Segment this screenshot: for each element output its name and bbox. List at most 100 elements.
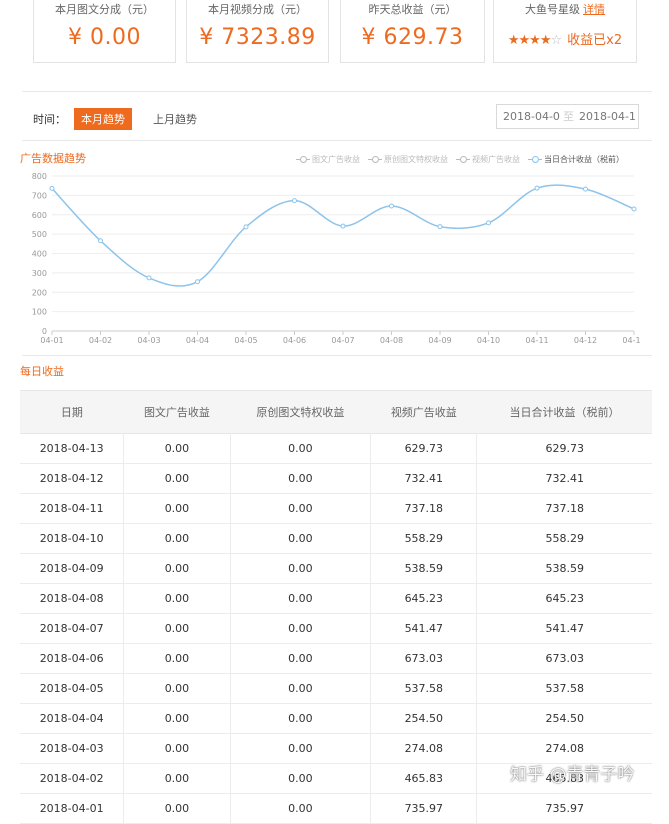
y-tick-label: 0 (42, 327, 47, 336)
stat-card-article: 本月图文分成（元） ¥ 0.00 (33, 0, 176, 63)
table-cell: 2018-04-08 (20, 583, 125, 614)
data-point (98, 238, 103, 244)
table-cell: 735.97 (476, 793, 652, 824)
data-point (340, 223, 346, 229)
data-point (146, 275, 152, 281)
x-tick-label: 04-08 (380, 336, 403, 345)
table-cell: 2018-04-13 (20, 433, 125, 464)
y-tick-label: 100 (32, 308, 47, 317)
table-cell: 0.00 (230, 703, 372, 734)
date-range-picker[interactable]: 2018-04-0 至 2018-04-1 (496, 104, 639, 129)
table-cell: 645.23 (476, 583, 652, 614)
table-cell: 2018-04-12 (20, 463, 125, 494)
table-row: 2018-04-05 0.00 0.00 537.58 537.58 (20, 673, 652, 704)
data-point (486, 220, 491, 226)
table-cell: 2018-04-03 (20, 733, 125, 764)
legend-item[interactable]: 原创图文特权收益 (368, 155, 448, 164)
stat-value: ¥ 0.00 (68, 25, 141, 50)
stat-label: 本月视频分成（元） (208, 3, 307, 16)
y-tick-label: 700 (32, 191, 47, 200)
column-header: 图文广告收益 (123, 390, 231, 434)
table-row: 2018-04-07 0.00 0.00 541.47 541.47 (20, 613, 652, 644)
x-tick-label: 04-07 (331, 336, 354, 345)
detail-link[interactable]: 详情 (583, 3, 605, 16)
legend-item[interactable]: 视频广告收益 (456, 155, 520, 164)
table-row: 2018-04-06 0.00 0.00 673.03 673.03 (20, 643, 652, 674)
table-row: 2018-04-12 0.00 0.00 732.41 732.41 (20, 463, 652, 494)
y-tick-label: 200 (32, 288, 47, 297)
x-tick-label: 04-13 (622, 336, 640, 345)
x-tick-label: 04-02 (89, 336, 112, 345)
table-cell: 0.00 (123, 673, 231, 704)
table-cell: 673.03 (476, 643, 652, 674)
table-cell: 0.00 (230, 673, 372, 704)
table-cell: 732.41 (370, 463, 478, 494)
data-point (49, 185, 55, 191)
table-cell: 0.00 (230, 763, 372, 794)
table-cell: 2018-04-07 (20, 613, 125, 644)
table-cell: 254.50 (476, 703, 652, 734)
legend-marker-icon (456, 156, 470, 163)
table-cell: 465.83 (370, 763, 478, 794)
tab-last-month[interactable]: 上月趋势 (146, 108, 204, 130)
data-point (292, 198, 297, 204)
table-cell: 541.47 (370, 613, 478, 644)
legend-item[interactable]: 图文广告收益 (296, 155, 360, 164)
divider (22, 91, 652, 92)
table-cell: 2018-04-05 (20, 673, 125, 704)
table-cell: 0.00 (123, 553, 231, 584)
x-tick-label: 04-04 (186, 336, 209, 345)
table-cell: 0.00 (123, 493, 231, 524)
legend-marker-icon (368, 156, 382, 163)
table-cell: 0.00 (123, 613, 231, 644)
table-cell: 0.00 (123, 793, 231, 824)
table-cell: 0.00 (230, 793, 372, 824)
x-tick-label: 04-10 (477, 336, 500, 345)
table-cell: 2018-04-09 (20, 553, 125, 584)
table-cell: 0.00 (123, 583, 231, 614)
daily-revenue-table: 日期 图文广告收益 原创图文特权收益 视频广告收益 当日合计收益（税前） 201… (20, 390, 652, 824)
table-cell: 629.73 (370, 433, 478, 464)
data-point (631, 206, 637, 212)
table-cell: 732.41 (476, 463, 652, 494)
x-tick-label: 04-09 (428, 336, 451, 345)
date-start[interactable]: 2018-04-0 (503, 105, 560, 128)
x-tick-label: 04-11 (525, 336, 548, 345)
stat-card-video: 本月视频分成（元） ¥ 7323.89 (186, 0, 329, 63)
level-label-row: 大鱼号星级 详情 (494, 1, 636, 17)
table-row: 2018-04-09 0.00 0.00 538.59 538.59 (20, 553, 652, 584)
table-cell: 538.59 (370, 553, 478, 584)
table-row: 2018-04-11 0.00 0.00 737.18 737.18 (20, 493, 652, 524)
x-tick-label: 04-12 (574, 336, 597, 345)
legend-marker-icon (296, 156, 310, 163)
data-point (195, 279, 200, 285)
table-cell: 254.50 (370, 703, 478, 734)
table-cell: 673.03 (370, 643, 478, 674)
table-cell: 537.58 (370, 673, 478, 704)
legend-label: 视频广告收益 (472, 155, 520, 164)
column-header: 原创图文特权收益 (230, 390, 371, 434)
y-tick-label: 600 (32, 211, 47, 220)
daily-title: 每日收益 (20, 365, 64, 378)
table-cell: 629.73 (476, 433, 652, 464)
date-end[interactable]: 2018-04-1 (579, 105, 636, 128)
table-header-row: 日期 图文广告收益 原创图文特权收益 视频广告收益 当日合计收益（税前） (20, 390, 652, 434)
table-cell: 0.00 (230, 523, 372, 554)
tab-this-month[interactable]: 本月趋势 (74, 108, 132, 130)
y-tick-label: 800 (32, 172, 47, 181)
x-tick-label: 04-01 (40, 336, 63, 345)
table-cell: 2018-04-04 (20, 703, 125, 734)
table-cell: 0.00 (230, 613, 372, 644)
table-cell: 274.08 (370, 733, 478, 764)
chart-title: 广告数据趋势 (20, 152, 86, 165)
column-header: 当日合计收益（税前） (476, 390, 652, 434)
table-row: 2018-04-04 0.00 0.00 254.50 254.50 (20, 703, 652, 734)
table-row: 2018-04-08 0.00 0.00 645.23 645.23 (20, 583, 652, 614)
divider (22, 140, 652, 141)
legend-label: 原创图文特权收益 (384, 155, 448, 164)
legend-item[interactable]: 当日合计收益（税前） (528, 155, 624, 164)
table-cell: 0.00 (230, 553, 372, 584)
bonus-text: 收益已x2 (567, 33, 623, 48)
table-row: 2018-04-01 0.00 0.00 735.97 735.97 (20, 793, 652, 824)
table-row: 2018-04-10 0.00 0.00 558.29 558.29 (20, 523, 652, 554)
